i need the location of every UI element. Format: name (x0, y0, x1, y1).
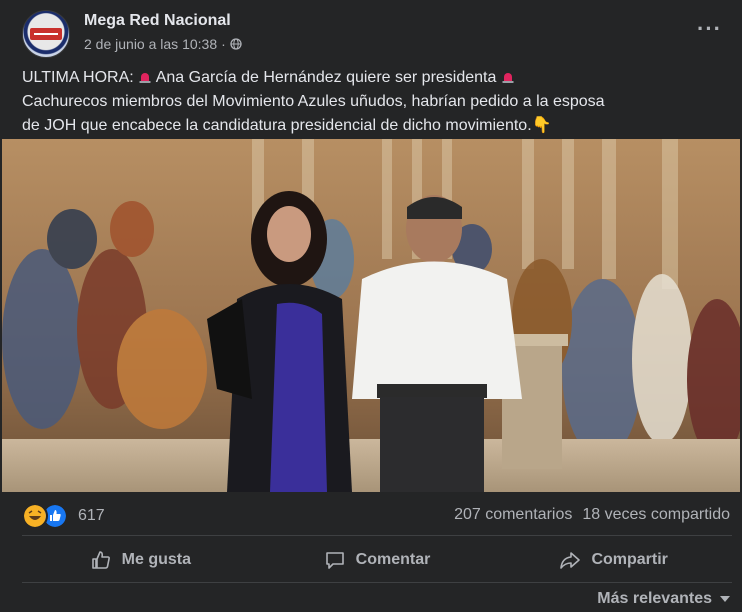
divider (22, 535, 732, 536)
post-text-line-2: Cachurecos miembros del Movimiento Azule… (22, 93, 605, 110)
page-avatar[interactable] (22, 10, 70, 58)
post-text: ULTIMA HORA: Ana García de Hernández qui… (22, 66, 722, 138)
globe-icon (230, 38, 242, 50)
siren-icon (502, 73, 514, 83)
like-button[interactable]: Me gusta (22, 544, 259, 576)
pointing-down-icon: 👇 (531, 117, 552, 134)
shares-count-link[interactable]: 18 veces compartido (582, 506, 730, 524)
post-meta: 2 de junio a las 10:38 · (84, 36, 242, 52)
comment-sort-dropdown[interactable]: Más relevantes (597, 590, 730, 608)
chevron-down-icon (720, 596, 730, 602)
comment-button[interactable]: Comentar (259, 544, 496, 576)
comment-label: Comentar (355, 551, 431, 568)
thumbs-up-icon (91, 551, 110, 569)
post-text-line-3: de JOH que encabece la candidatura presi… (22, 114, 722, 138)
share-label: Compartir (591, 551, 668, 568)
post-text-line-1: ULTIMA HORA: Ana García de Hernández qui… (22, 66, 722, 90)
reaction-count[interactable]: 617 (78, 507, 105, 525)
divider (22, 582, 732, 583)
post-timestamp[interactable]: 2 de junio a las 10:38 (84, 36, 217, 52)
sort-label: Más relevantes (597, 590, 712, 607)
comment-icon (325, 552, 344, 569)
post-stats: 207 comentarios 18 veces compartido (454, 506, 730, 524)
page-name-link[interactable]: Mega Red Nacional (84, 12, 231, 30)
siren-icon (139, 73, 151, 83)
post-header: Mega Red Nacional 2 de junio a las 10:38… (22, 10, 732, 58)
photo-illustration (2, 139, 740, 492)
reactions-summary[interactable]: 617 (22, 503, 105, 529)
post-text-line-3-body: de JOH que encabece la candidatura presi… (22, 117, 532, 134)
post-actions: Me gusta Comentar Compartir (22, 544, 732, 576)
share-button[interactable]: Compartir (495, 544, 732, 576)
haha-reaction-icon (22, 503, 48, 529)
comments-count-link[interactable]: 207 comentarios (454, 506, 572, 524)
like-label: Me gusta (121, 551, 191, 568)
meta-separator: · (221, 36, 226, 52)
logo-mark (30, 28, 62, 40)
post-photo[interactable] (2, 139, 740, 492)
breaking-label: ULTIMA HORA: (22, 69, 139, 86)
share-icon (560, 552, 581, 569)
headline-text: Ana García de Hernández quiere ser presi… (155, 69, 497, 86)
more-options-button[interactable]: ··· (697, 16, 722, 42)
